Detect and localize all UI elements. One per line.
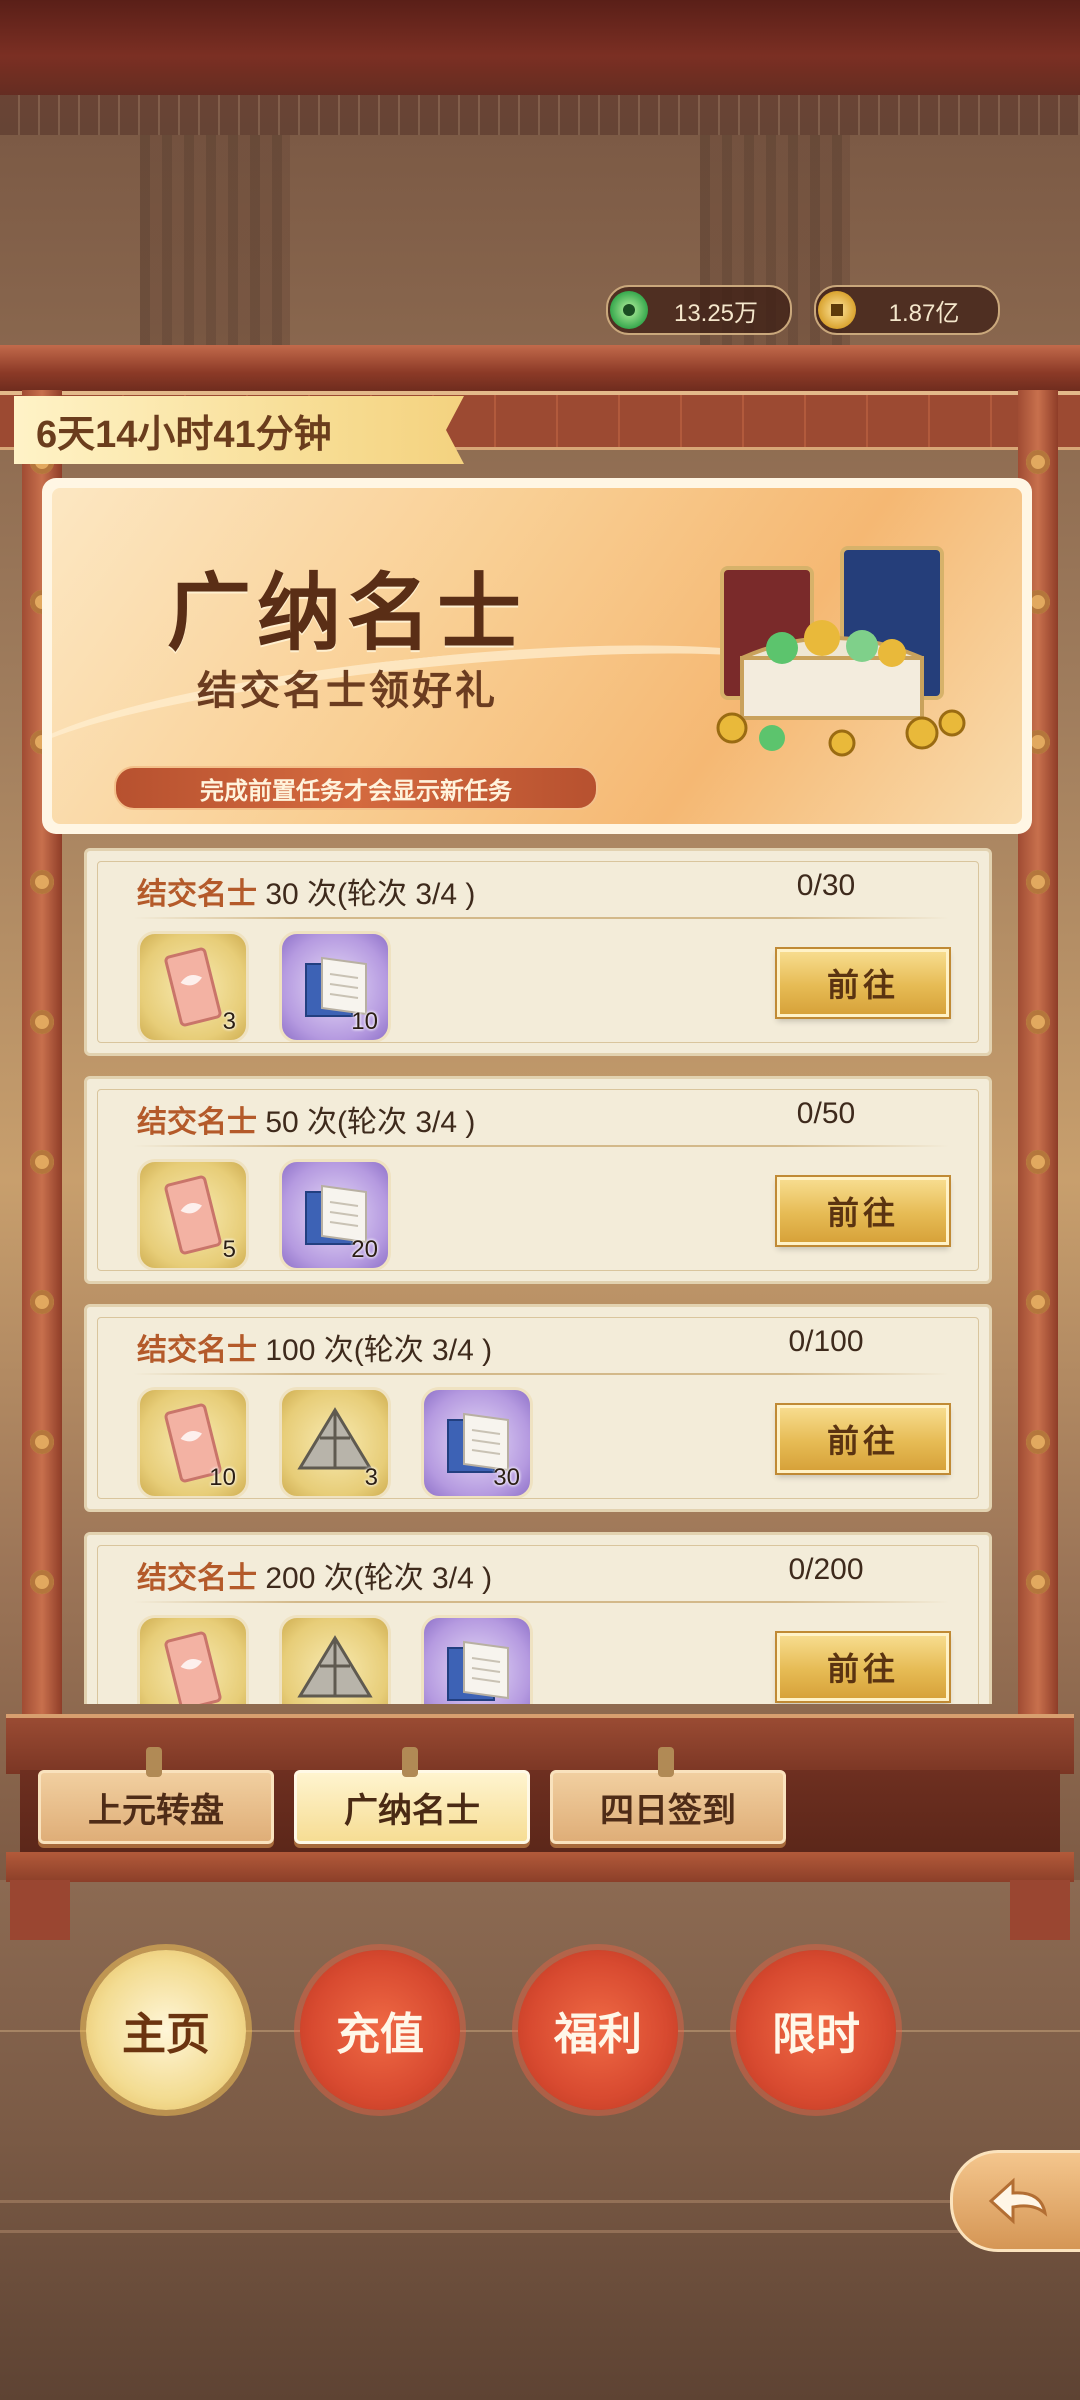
go-button[interactable]: 前往 <box>777 1177 949 1245</box>
task-progress: 0/100 <box>788 1325 864 1358</box>
reward-item[interactable] <box>279 1615 391 1704</box>
divider <box>133 1373 949 1375</box>
task-progress: 0/30 <box>796 869 856 902</box>
event-countdown: 6天14小时41分钟 <box>14 396 464 464</box>
divider <box>133 1601 949 1603</box>
back-arrow-icon <box>988 2177 1048 2225</box>
reward-item[interactable]: 10 <box>279 931 391 1043</box>
gold-amount: 1.87亿 <box>888 299 960 327</box>
back-button[interactable] <box>950 2150 1080 2252</box>
tab-four-day-signin[interactable]: 四日签到 <box>550 1747 786 1844</box>
reward-item[interactable]: 30 <box>421 1387 533 1499</box>
reward-item[interactable] <box>137 1615 249 1704</box>
task-title: 结交名士 100 次(轮次 3/4 ) <box>137 1334 493 1367</box>
task-title: 结交名士 200 次(轮次 3/4 ) <box>137 1562 493 1595</box>
nav-home-button[interactable]: 主页 <box>86 1950 246 2110</box>
reward-list: 10 3 30 <box>137 1387 533 1499</box>
reward-item[interactable]: 3 <box>279 1387 391 1499</box>
shelf-leg <box>1010 1880 1070 1940</box>
book-icon <box>447 1640 509 1701</box>
treasure-chest-icon <box>716 546 966 757</box>
banner-title: 广纳名士 <box>167 563 528 662</box>
frame-top-beam <box>0 345 1080 395</box>
task-row: 结交名士 100 次(轮次 3/4 ) 0/100 10 3 30 前往 <box>84 1304 992 1512</box>
task-list[interactable]: 结交名士 30 次(轮次 3/4 ) 0/30 3 10 前往 结交名士 50 … <box>84 848 992 1704</box>
task-row: 结交名士 30 次(轮次 3/4 ) 0/30 3 10 前往 <box>84 848 992 1056</box>
jade-currency-chip[interactable]: 13.25万 <box>606 285 792 335</box>
reward-item[interactable]: 3 <box>137 931 249 1043</box>
banner-subtitle: 结交名士领好礼 <box>197 667 498 714</box>
go-button[interactable]: 前往 <box>777 1405 949 1473</box>
tent-icon <box>297 1635 373 1698</box>
tab-guangna-mingshi[interactable]: 广纳名士 <box>294 1747 530 1844</box>
jade-amount: 13.25万 <box>673 299 759 327</box>
shelf-leg <box>10 1880 70 1940</box>
task-title: 结交名士 50 次(轮次 3/4 ) <box>137 1106 476 1139</box>
reward-item[interactable]: 5 <box>137 1159 249 1271</box>
banner-note: 完成前置任务才会显示新任务 <box>114 766 598 810</box>
task-title: 结交名士 30 次(轮次 3/4 ) <box>137 878 476 911</box>
nav-recharge-button[interactable]: 充值 <box>300 1950 460 2110</box>
roof-eave <box>0 95 1080 135</box>
reward-list: 5 20 <box>137 1159 391 1271</box>
shelf-top <box>6 1714 1074 1774</box>
shelf-base <box>6 1852 1074 1882</box>
floor-line <box>0 2230 1080 2233</box>
task-progress: 0/50 <box>796 1097 856 1130</box>
gold-currency-chip[interactable]: 1.87亿 <box>814 285 1000 335</box>
reward-item[interactable]: 20 <box>279 1159 391 1271</box>
go-button[interactable]: 前往 <box>777 949 949 1017</box>
background-pillar <box>140 135 290 375</box>
task-row: 结交名士 200 次(轮次 3/4 ) 0/200 前往 <box>84 1532 992 1704</box>
nav-welfare-button[interactable]: 福利 <box>518 1950 678 2110</box>
task-progress: 0/200 <box>788 1553 864 1586</box>
gold-coin-icon <box>818 291 856 329</box>
floor-line <box>0 2200 1080 2203</box>
pink-token-icon <box>164 1631 222 1704</box>
tab-shangyuan-wheel[interactable]: 上元转盘 <box>38 1747 274 1844</box>
divider <box>133 1145 949 1147</box>
jade-coin-icon <box>610 291 648 329</box>
reward-item[interactable]: 10 <box>137 1387 249 1499</box>
background-pillar <box>700 135 850 375</box>
reward-item[interactable] <box>421 1615 533 1704</box>
reward-list: 3 10 <box>137 931 391 1043</box>
event-banner: 广纳名士 结交名士领好礼 完成前置任务才会显示新任务 <box>42 478 1032 834</box>
go-button[interactable]: 前往 <box>777 1633 949 1701</box>
task-row: 结交名士 50 次(轮次 3/4 ) 0/50 5 20 前往 <box>84 1076 992 1284</box>
divider <box>133 917 949 919</box>
reward-list <box>137 1615 533 1704</box>
nav-limited-button[interactable]: 限时 <box>736 1950 896 2110</box>
